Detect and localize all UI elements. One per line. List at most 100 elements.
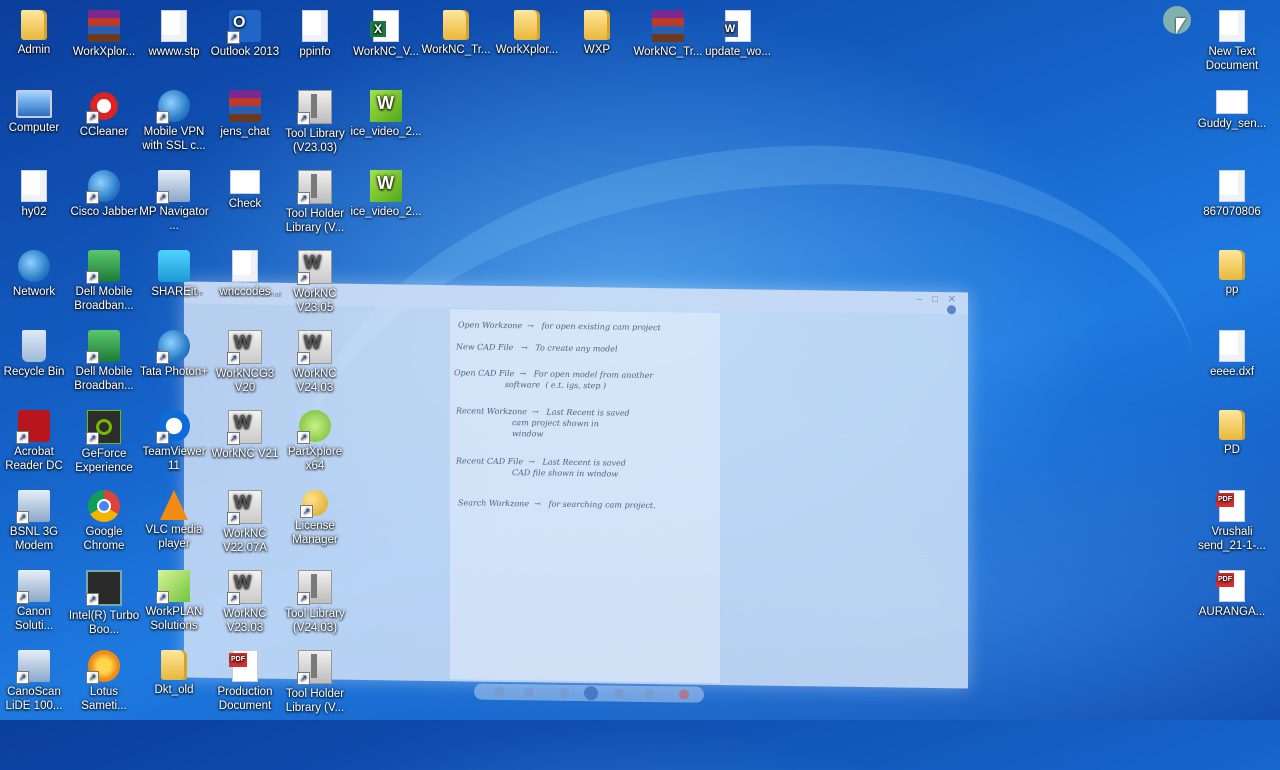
worknc-icon bbox=[227, 490, 262, 525]
acrobat-icon bbox=[16, 410, 50, 444]
desktop-icon-ccleaner[interactable]: CCleaner bbox=[68, 86, 140, 139]
folder-icon bbox=[584, 10, 610, 40]
worknc-icon bbox=[227, 410, 262, 445]
folder-icon bbox=[1219, 250, 1245, 280]
desktop-icon-ice-video-2[interactable]: ice_video_2... bbox=[350, 166, 422, 219]
dell-broadband-icon bbox=[86, 250, 120, 284]
document-icon bbox=[161, 10, 187, 42]
desktop-icon-auranga[interactable]: AURANGA... bbox=[1196, 566, 1268, 619]
tool-library-icon bbox=[297, 570, 332, 605]
tool-holder-icon bbox=[297, 170, 332, 205]
desktop-icon-worknc-tr-folder[interactable]: WorkNC_Tr... bbox=[420, 6, 492, 57]
desktop-icon-canon-solutions[interactable]: Canon Soluti... bbox=[0, 566, 70, 633]
desktop-icon-pd[interactable]: PD bbox=[1196, 406, 1268, 457]
desktop-icon-dkt-old[interactable]: Dkt_old bbox=[138, 646, 210, 697]
desktop-icon-workxplore-folder[interactable]: WorkXplor... bbox=[491, 6, 563, 57]
desktop-icon-mobile-vpn[interactable]: Mobile VPN with SSL c... bbox=[138, 86, 210, 153]
desktop-icon-wwww-stp[interactable]: wwww.stp bbox=[138, 6, 210, 59]
excel-icon bbox=[370, 10, 399, 42]
folder-icon bbox=[21, 10, 47, 40]
teamviewer-icon bbox=[156, 410, 190, 444]
lotus-icon bbox=[86, 650, 120, 684]
desktop-icon-worknc-v21[interactable]: WorkNC V21 bbox=[209, 406, 281, 461]
desktop-icon-worknc-v23-05[interactable]: WorkNC V23.05 bbox=[279, 246, 351, 315]
desktop-icon-license-manager[interactable]: License Manager bbox=[279, 486, 351, 547]
desktop-icon-worknc-v23-03[interactable]: WorkNC V23.03 bbox=[209, 566, 281, 635]
help-icon bbox=[947, 305, 956, 315]
desktop-icon-vlc[interactable]: VLC media player bbox=[138, 486, 210, 551]
worknc-icon bbox=[227, 330, 262, 365]
desktop-icon-eeee-dxf[interactable]: eeee.dxf bbox=[1196, 326, 1268, 379]
desktop-icon-bsnl-modem[interactable]: BSNL 3G Modem bbox=[0, 486, 70, 553]
workplan-icon bbox=[156, 570, 190, 604]
desktop-icon-teamviewer[interactable]: TeamViewer 11 bbox=[138, 406, 210, 473]
desktop-icon-acrobat[interactable]: Acrobat Reader DC bbox=[0, 406, 70, 473]
vpn-icon bbox=[156, 90, 190, 124]
note-line-1: Open Workzone → for open existing cam pr… bbox=[458, 320, 661, 333]
desktop-icon-pp[interactable]: pp bbox=[1196, 246, 1268, 297]
tool-library-icon bbox=[297, 90, 332, 125]
close-icon: ✕ bbox=[947, 294, 956, 306]
desktop-icon-worknc-v22[interactable]: WorkNC V22.07A bbox=[209, 486, 281, 555]
desktop-icon-canoscan[interactable]: CanoScan LiDE 100... bbox=[0, 646, 70, 713]
desktop-icon-outlook[interactable]: Outlook 2013 bbox=[209, 6, 281, 59]
desktop-icon-wxp[interactable]: WXP bbox=[561, 6, 633, 57]
desktop-icon-update-wo[interactable]: update_wo... bbox=[702, 6, 774, 59]
worknc-icon bbox=[297, 330, 332, 365]
pdf-icon bbox=[1216, 490, 1245, 522]
document-icon bbox=[1216, 90, 1248, 114]
desktop-icon-tool-holder-1[interactable]: Tool Holder Library (V... bbox=[279, 166, 351, 235]
note-line-4: Recent Workzone → Last Recent is saved c… bbox=[456, 406, 630, 439]
desktop-icon-geforce[interactable]: GeForce Experience bbox=[68, 406, 140, 475]
desktop-icon-tata-photon[interactable]: Tata Photon+ bbox=[138, 326, 210, 379]
desktop-icon-workxplore-rar[interactable]: WorkXplor... bbox=[68, 6, 140, 59]
winrar-icon bbox=[652, 10, 684, 42]
desktop-icon-lotus[interactable]: Lotus Sameti... bbox=[68, 646, 140, 713]
desktop-icon-shareit[interactable]: SHAREit bbox=[138, 246, 210, 299]
desktop-icon-workplan[interactable]: WorkPLAN Solutions bbox=[138, 566, 210, 633]
mp-navigator-icon bbox=[156, 170, 190, 204]
desktop-icon-recycle-bin[interactable]: Recycle Bin bbox=[0, 326, 70, 379]
document-icon bbox=[232, 250, 258, 282]
desktop-icon-worknc-v24-03[interactable]: WorkNC V24.03 bbox=[279, 326, 351, 395]
desktop-icon-production-document[interactable]: Production Document bbox=[209, 646, 281, 713]
intel-icon bbox=[86, 570, 122, 606]
desktop-icon-jens-chat[interactable]: jens_chat bbox=[209, 86, 281, 139]
desktop-icon-hy02[interactable]: hy02 bbox=[0, 166, 70, 219]
note-line-3: Open CAD File → For open model from anot… bbox=[454, 368, 654, 391]
desktop-icon-tool-library-v24[interactable]: Tool Library (V24.03) bbox=[279, 566, 351, 635]
desktop-icon-chrome[interactable]: Google Chrome bbox=[68, 486, 140, 553]
desktop-icon-ice-video-1[interactable]: ice_video_2... bbox=[350, 86, 422, 139]
desktop-icon-mp-navigator[interactable]: MP Navigator ... bbox=[138, 166, 210, 233]
desktop-icon-cisco-jabber[interactable]: Cisco Jabber bbox=[68, 166, 140, 219]
desktop-icon-intel-turbo[interactable]: Intel(R) Turbo Boo... bbox=[68, 566, 140, 637]
video-icon bbox=[370, 170, 402, 202]
pdf-icon bbox=[1216, 570, 1245, 602]
text-document-icon bbox=[1219, 10, 1245, 42]
desktop-icon-wnccodes[interactable]: wnccodes bbox=[209, 246, 281, 299]
chrome-icon bbox=[88, 490, 120, 522]
desktop-icon-dell-broadband-1[interactable]: Dell Mobile Broadban... bbox=[68, 246, 140, 313]
desktop-icon-dell-broadband-2[interactable]: Dell Mobile Broadban... bbox=[68, 326, 140, 393]
desktop-icon-computer[interactable]: Computer bbox=[0, 86, 70, 135]
desktop-icon-admin[interactable]: Admin bbox=[0, 6, 70, 57]
desktop-icon-partxplore[interactable]: PartXplore x64 bbox=[279, 406, 351, 473]
network-icon bbox=[18, 250, 50, 282]
folder-icon bbox=[443, 10, 469, 40]
desktop-icon-network[interactable]: Network bbox=[0, 246, 70, 299]
desktop-icon-worknc-xls[interactable]: WorkNC_V... bbox=[350, 6, 422, 59]
desktop-icon-guddy-sen[interactable]: Guddy_sen... bbox=[1196, 86, 1268, 131]
desktop-icon-tool-holder-2[interactable]: Tool Holder Library (V... bbox=[279, 646, 351, 715]
desktop-icon-check[interactable]: Check bbox=[209, 166, 281, 211]
desktop-icon-tool-library-v23[interactable]: Tool Library (V23.03) bbox=[279, 86, 351, 155]
document-icon bbox=[230, 170, 260, 194]
winrar-icon bbox=[88, 10, 120, 42]
desktop-icon-worknc-tr-rar[interactable]: WorkNC_Tr... bbox=[632, 6, 704, 59]
desktop-icon-vrushali-send[interactable]: Vrushali send_21-1-... bbox=[1196, 486, 1268, 553]
desktop-icon-worknc-g3-v20[interactable]: WorkNCG3 V20 bbox=[209, 326, 281, 395]
desktop-icon-867070806[interactable]: 867070806 bbox=[1196, 166, 1268, 219]
desktop-icon-ppinfo[interactable]: ppinfo bbox=[279, 6, 351, 59]
desktop-icon-new-text-document[interactable]: New Text Document bbox=[1196, 6, 1268, 73]
modem-icon bbox=[16, 490, 50, 524]
ghost-playback-bar bbox=[474, 683, 704, 703]
